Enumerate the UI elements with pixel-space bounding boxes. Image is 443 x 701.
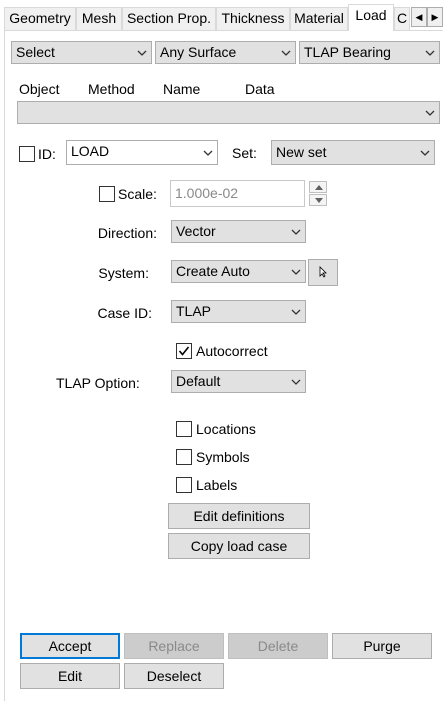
chevron-down-icon bbox=[425, 109, 435, 117]
chevron-down-icon bbox=[291, 308, 301, 316]
tab-overflow[interactable]: C bbox=[394, 7, 410, 30]
locations-checkbox[interactable] bbox=[176, 421, 192, 437]
tlap-option-value: Default bbox=[176, 373, 221, 389]
chevron-down-icon bbox=[291, 378, 301, 386]
scope-select-value: Any Surface bbox=[160, 44, 237, 60]
labels-label: Labels bbox=[196, 477, 238, 493]
direction-label: Direction: bbox=[97, 225, 157, 241]
system-pick-button[interactable] bbox=[308, 259, 338, 286]
scope-select[interactable]: Any Surface bbox=[155, 41, 296, 64]
id-combo[interactable]: LOAD bbox=[66, 140, 218, 165]
autocorrect-checkbox[interactable] bbox=[176, 343, 192, 359]
action-select[interactable]: Select bbox=[11, 41, 152, 64]
system-value: Create Auto bbox=[176, 263, 250, 279]
system-label: System: bbox=[98, 265, 149, 281]
cursor-pointer-icon bbox=[317, 265, 329, 281]
direction-select[interactable]: Vector bbox=[171, 220, 306, 243]
chevron-down-icon bbox=[137, 49, 147, 57]
tab-load[interactable]: Load bbox=[348, 4, 394, 31]
set-select[interactable]: New set bbox=[271, 140, 435, 165]
symbols-label: Symbols bbox=[196, 449, 250, 465]
edit-button[interactable]: Edit bbox=[20, 663, 120, 689]
accept-button[interactable]: Accept bbox=[20, 633, 120, 659]
scale-label: Scale: bbox=[118, 186, 157, 202]
tab-section-prop[interactable]: Section Prop. bbox=[122, 7, 216, 30]
chevron-down-icon bbox=[281, 49, 291, 57]
direction-value: Vector bbox=[176, 223, 216, 239]
symbols-checkbox[interactable] bbox=[176, 449, 192, 465]
column-name: Name bbox=[163, 81, 201, 97]
edit-definitions-button[interactable]: Edit definitions bbox=[168, 503, 310, 529]
case-id-value: TLAP bbox=[176, 303, 212, 319]
scale-input[interactable]: 1.000e-02 bbox=[170, 180, 305, 207]
chevron-down-icon bbox=[420, 149, 430, 157]
tab-geometry[interactable]: Geometry bbox=[4, 7, 76, 30]
tab-material[interactable]: Material bbox=[290, 7, 348, 30]
column-method: Method bbox=[88, 81, 135, 97]
chevron-down-icon bbox=[291, 268, 301, 276]
entity-list-select[interactable] bbox=[17, 101, 440, 124]
deselect-button[interactable]: Deselect bbox=[124, 663, 224, 689]
tlap-option-label: TLAP Option: bbox=[56, 375, 140, 391]
system-select[interactable]: Create Auto bbox=[171, 260, 306, 283]
delete-button[interactable]: Delete bbox=[228, 633, 328, 659]
tab-scroll-right-icon[interactable]: ▶ bbox=[427, 7, 443, 27]
set-label: Set: bbox=[232, 145, 257, 161]
load-type-select-value: TLAP Bearing bbox=[304, 44, 391, 60]
case-id-label: Case ID: bbox=[97, 305, 152, 321]
tab-thickness[interactable]: Thickness bbox=[216, 7, 290, 30]
scale-spin-down-icon[interactable] bbox=[309, 194, 327, 206]
purge-button[interactable]: Purge bbox=[332, 633, 432, 659]
tab-bar: Geometry Mesh Section Prop. Thickness Ma… bbox=[0, 0, 443, 31]
chevron-down-icon bbox=[291, 228, 301, 236]
labels-checkbox[interactable] bbox=[176, 477, 192, 493]
tlap-option-select[interactable]: Default bbox=[171, 370, 306, 393]
copy-load-case-button[interactable]: Copy load case bbox=[168, 533, 310, 559]
tab-scroll-left-icon[interactable]: ◀ bbox=[411, 7, 427, 27]
id-checkbox[interactable] bbox=[19, 146, 35, 162]
tab-mesh[interactable]: Mesh bbox=[76, 7, 122, 30]
scale-checkbox[interactable] bbox=[99, 186, 115, 202]
autocorrect-label: Autocorrect bbox=[196, 343, 268, 359]
replace-button[interactable]: Replace bbox=[124, 633, 224, 659]
load-panel bbox=[4, 30, 443, 701]
case-id-select[interactable]: TLAP bbox=[171, 300, 306, 323]
column-data: Data bbox=[245, 81, 275, 97]
column-object: Object bbox=[19, 81, 60, 97]
chevron-down-icon bbox=[425, 49, 435, 57]
chevron-down-icon bbox=[203, 149, 213, 157]
action-select-value: Select bbox=[16, 44, 55, 60]
set-value: New set bbox=[276, 144, 327, 160]
scale-spin-up-icon[interactable] bbox=[309, 181, 327, 193]
id-value: LOAD bbox=[71, 143, 110, 159]
checkmark-icon bbox=[178, 346, 190, 356]
load-type-select[interactable]: TLAP Bearing bbox=[299, 41, 440, 64]
locations-label: Locations bbox=[196, 421, 256, 437]
id-label: ID: bbox=[38, 146, 56, 162]
